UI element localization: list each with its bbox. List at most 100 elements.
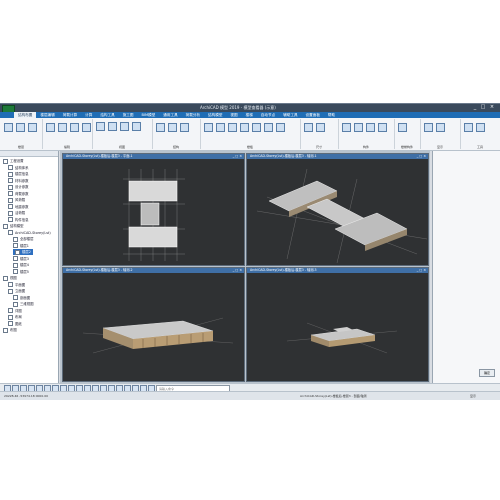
wall-icon[interactable] (180, 123, 189, 132)
tree-item[interactable]: 结构模型 (3, 223, 24, 229)
tree-toggle-icon[interactable] (13, 236, 18, 242)
tree-toggle-icon[interactable] (8, 210, 13, 216)
tree-item[interactable]: 设计参数 (8, 184, 29, 190)
tree-item[interactable]: 视图 (3, 275, 17, 281)
dimension-icon[interactable] (304, 123, 313, 132)
component-edit-icon[interactable] (354, 123, 363, 132)
ribbon-group: 构件 (338, 119, 395, 149)
viewport-3d-right[interactable]: ArchiCAD-Storey(Lst)-楼板后-楼层3 - 轴测-3 _ □ … (246, 267, 429, 382)
tree-toggle-icon[interactable] (3, 223, 8, 229)
zoom-icon[interactable] (108, 122, 117, 131)
tree-item[interactable]: 楼层1 (13, 243, 29, 249)
tree-toggle-icon[interactable] (8, 282, 13, 287)
status-bar: 29228.46 -53974.18 0000.00 ArchiCAD-Stor… (0, 391, 500, 400)
tree-item[interactable]: 图纸 (8, 321, 22, 327)
filter-icon[interactable] (436, 123, 445, 132)
mirror-icon[interactable] (70, 123, 79, 132)
column-icon[interactable] (156, 123, 165, 132)
tree-item[interactable]: 三维视图 (13, 301, 34, 307)
title-bar: ArchiCAD 模型 2019 - 模型查看器 (示意) _ □ × (0, 104, 500, 117)
floor-icon[interactable] (4, 123, 13, 132)
tool-icon[interactable] (464, 123, 473, 132)
tree-item[interactable]: 楼层2 (13, 249, 33, 255)
stair-icon[interactable] (240, 123, 249, 132)
viewport-plan[interactable]: ArchiCAD-Storey(Lst)-楼板后-楼层3 - 平面-1 _ □ … (62, 153, 245, 266)
tree-item[interactable]: 楼层5 (13, 269, 29, 275)
close-button[interactable]: × (489, 105, 495, 110)
tree-item[interactable]: 地震参数 (8, 204, 29, 210)
tree-toggle-icon[interactable] (13, 243, 18, 248)
tree-item-label: 全部楼层 (20, 237, 34, 241)
beam-icon[interactable] (168, 123, 177, 132)
tree-toggle-icon[interactable] (13, 301, 18, 307)
minimize-button[interactable]: _ (472, 105, 478, 110)
ramp-icon[interactable] (252, 123, 261, 132)
slab-icon[interactable] (204, 123, 213, 132)
tree-toggle-icon[interactable] (8, 171, 13, 177)
ok-button[interactable]: 确定 (479, 369, 495, 377)
maximize-button[interactable]: □ (480, 105, 486, 110)
tree-toggle-icon[interactable] (13, 295, 18, 300)
tree-toggle-icon[interactable] (3, 275, 8, 281)
tree-item[interactable]: 楼层信息 (8, 171, 29, 177)
tree-toggle-icon[interactable] (8, 191, 13, 196)
tree-toggle-icon[interactable] (8, 230, 13, 235)
tree-item[interactable]: 平面图 (8, 282, 25, 288)
railing-icon[interactable] (276, 123, 285, 132)
tree-item[interactable]: 布图 (3, 327, 17, 333)
label-icon[interactable] (316, 123, 325, 132)
tree-toggle-icon[interactable] (8, 184, 13, 190)
slab-edit-icon[interactable] (216, 123, 225, 132)
tree-toggle-icon[interactable] (8, 197, 13, 203)
tree-item[interactable]: 工程设置 (3, 158, 24, 164)
tree-toggle-icon[interactable] (8, 217, 13, 222)
tree-item[interactable]: ArchiCAD-Storey(Lst) (8, 230, 51, 236)
tree-item[interactable]: 构件信息 (8, 217, 29, 223)
tree-toggle-icon[interactable] (8, 178, 13, 183)
add-floor-icon[interactable] (16, 123, 25, 132)
delete-icon[interactable] (82, 123, 91, 132)
move-icon[interactable] (46, 123, 55, 132)
viewport-3d-top[interactable]: ArchiCAD-Storey(Lst)-楼板后-楼层3 - 轴测-1 _ □ … (246, 153, 429, 266)
tree-toggle-icon[interactable] (3, 327, 8, 333)
component-check-icon[interactable] (378, 123, 387, 132)
tree-toggle-icon[interactable] (8, 288, 13, 294)
tree-item[interactable]: 楼层4 (13, 262, 29, 268)
display-icon[interactable] (424, 123, 433, 132)
copy-floor-icon[interactable] (28, 123, 37, 132)
tree-toggle-icon[interactable] (8, 204, 13, 209)
tree-toggle-icon[interactable] (3, 158, 8, 164)
viewport-3d-left[interactable]: ArchiCAD-Storey(Lst)-楼板后-楼层3 - 轴测-2 _ □ … (62, 267, 245, 382)
tree-toggle-icon[interactable] (8, 321, 13, 326)
tree-toggle-icon[interactable] (8, 314, 13, 320)
tree-item[interactable]: 活荷载 (8, 210, 25, 216)
component-icon[interactable] (342, 123, 351, 132)
tree-toggle-icon[interactable] (13, 256, 18, 261)
roof-icon[interactable] (264, 123, 273, 132)
tree-toggle-icon[interactable] (15, 249, 20, 255)
tree-item[interactable]: 楼层3 (13, 256, 29, 262)
opening-icon[interactable] (228, 123, 237, 132)
stair-component-icon[interactable] (398, 123, 407, 132)
tree-toggle-icon[interactable] (13, 269, 18, 274)
rotate-icon[interactable] (132, 122, 141, 131)
tree-item[interactable]: 全部楼层 (13, 236, 34, 242)
tree-item[interactable]: 风荷载 (8, 197, 25, 203)
ribbon-toolbar: 楼层 编辑 视图 结构 楼板 尺寸 构件 楼梯构件 显示 工具 (0, 118, 500, 151)
tree-item[interactable]: 结构体系 (8, 165, 29, 171)
tree-item[interactable]: 荷载参数 (8, 191, 29, 197)
tree-item-label: 楼层信息 (15, 172, 29, 176)
tree-item[interactable]: 布局 (8, 314, 22, 320)
pan-icon[interactable] (120, 122, 129, 131)
tree-toggle-icon[interactable] (8, 165, 13, 170)
tree-item[interactable]: 详图 (8, 308, 22, 314)
component-list-icon[interactable] (366, 123, 375, 132)
tree-item[interactable]: 材料参数 (8, 178, 29, 184)
copy-icon[interactable] (58, 123, 67, 132)
tree-toggle-icon[interactable] (13, 262, 18, 268)
settings-icon[interactable] (476, 123, 485, 132)
tree-item[interactable]: 立面图 (8, 288, 25, 294)
tree-item[interactable]: 剖面图 (13, 295, 30, 301)
view-icon[interactable] (96, 122, 105, 131)
tree-toggle-icon[interactable] (8, 308, 13, 313)
